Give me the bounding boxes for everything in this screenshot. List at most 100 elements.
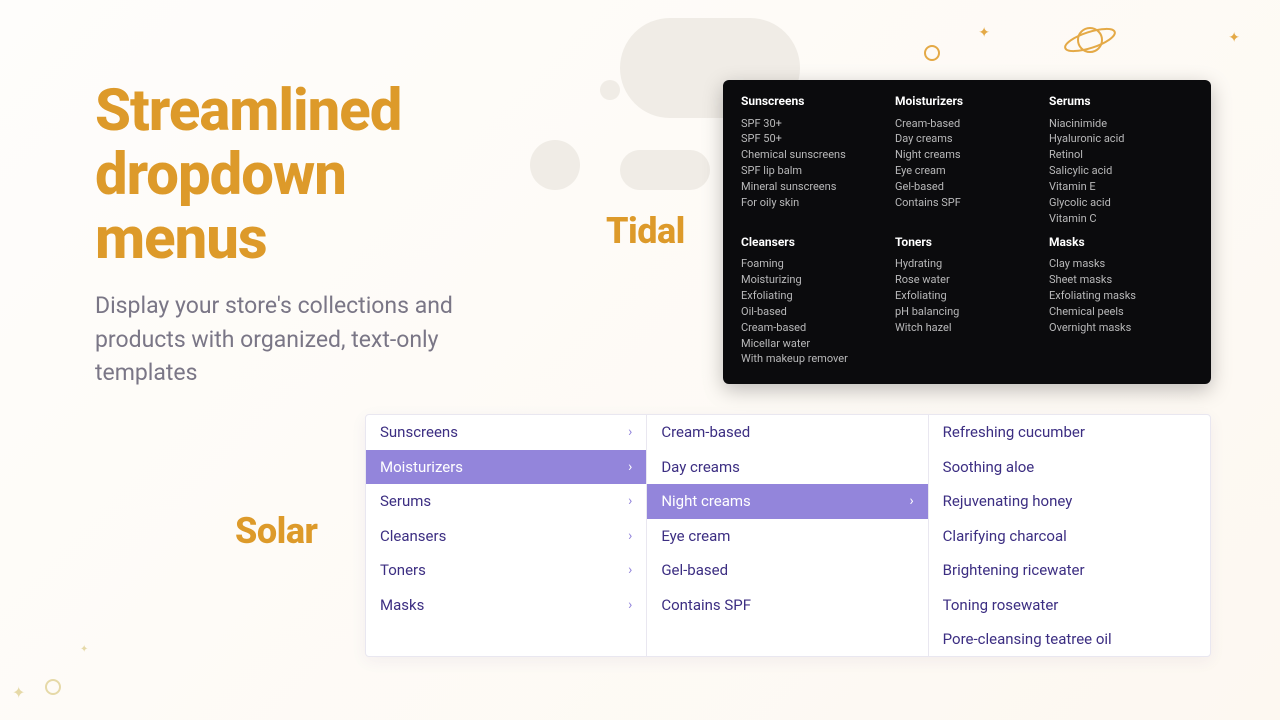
tidal-menu-item[interactable]: Mineral sunscreens: [741, 179, 885, 195]
tidal-menu-item[interactable]: Cream-based: [741, 320, 885, 336]
hero-subtitle: Display your store's collections and pro…: [95, 289, 515, 389]
solar-menu-level-3: Refreshing cucumber Soothing aloe Rejuvena…: [929, 415, 1210, 657]
solar-menu-item[interactable]: Serums›: [366, 484, 646, 519]
tidal-menu-item[interactable]: Retinol: [1049, 148, 1193, 164]
menu-item-label: Day creams: [661, 458, 740, 476]
solar-menu-item[interactable]: Cleansers ›: [366, 519, 646, 554]
solar-menu-item[interactable]: Sunscreens›: [366, 415, 646, 450]
tidal-menu-item[interactable]: Chemical peels: [1049, 304, 1193, 320]
tidal-menu-heading[interactable]: Masks: [1049, 235, 1193, 249]
solar-menu-item[interactable]: Rejuvenating honey: [929, 484, 1210, 519]
tidal-menu-item[interactable]: SPF lip balm: [741, 164, 885, 180]
tidal-menu-heading[interactable]: Toners: [895, 235, 1039, 249]
chevron-right-icon: ›: [628, 528, 632, 544]
menu-item-label: Night creams: [661, 492, 750, 510]
menu-item-label: Gel-based: [661, 561, 728, 579]
tidal-menu-column: Masks Clay masksSheet masksExfoliating ma…: [1049, 235, 1193, 368]
planet-icon: [1060, 20, 1120, 64]
solar-menu-item[interactable]: Eye cream: [647, 519, 927, 554]
solar-menu-item[interactable]: Brightening ricewater: [929, 553, 1210, 588]
solar-menu-item[interactable]: Cream-based: [647, 415, 927, 450]
sparkle-icon: ✦: [978, 25, 990, 41]
tidal-menu-column: Sunscreens SPF 30+SPF 50+Chemical sunscre…: [741, 94, 885, 227]
tidal-menu-item[interactable]: Eye cream: [895, 164, 1039, 180]
tidal-menu-item[interactable]: Salicylic acid: [1049, 164, 1193, 180]
tidal-menu-heading[interactable]: Serums: [1049, 94, 1193, 108]
solar-menu-item[interactable]: Night creams ›: [647, 484, 927, 519]
solar-menu-item[interactable]: Contains SPF: [647, 588, 927, 623]
tidal-menu-item[interactable]: Night creams: [895, 148, 1039, 164]
tidal-menu-item[interactable]: Hyaluronic acid: [1049, 132, 1193, 148]
tidal-menu-heading[interactable]: Cleansers: [741, 235, 885, 249]
tidal-menu-item[interactable]: Oil-based: [741, 304, 885, 320]
tidal-menu-item[interactable]: Micellar water: [741, 336, 885, 352]
tidal-menu-heading[interactable]: Sunscreens: [741, 94, 885, 108]
chevron-right-icon: ›: [628, 562, 632, 578]
sparkle-icon: ✦: [12, 683, 25, 702]
chevron-right-icon: ›: [909, 493, 913, 509]
tidal-menu-item[interactable]: Vitamin E: [1049, 179, 1193, 195]
tidal-menu-column: Serums NiacinimideHyaluronic acidRetinolS…: [1049, 94, 1193, 227]
tidal-menu-item[interactable]: Foaming: [741, 257, 885, 273]
tidal-menu-item[interactable]: Exfoliating: [741, 289, 885, 305]
tidal-menu-item[interactable]: Sheet masks: [1049, 273, 1193, 289]
hero-title: Streamlined dropdown menus: [95, 80, 515, 271]
tidal-menu-item[interactable]: Niacinimide: [1049, 116, 1193, 132]
solar-menu-item[interactable]: Toners ›: [366, 553, 646, 588]
tidal-menu-item[interactable]: Exfoliating masks: [1049, 289, 1193, 305]
menu-item-label: Soothing aloe: [943, 458, 1035, 476]
tidal-menu-column: Toners HydratingRose waterExfoliatingpH b…: [895, 235, 1039, 368]
tidal-menu-item[interactable]: pH balancing: [895, 304, 1039, 320]
menu-item-label: Cleansers: [380, 527, 446, 545]
tidal-menu-item[interactable]: Day creams: [895, 132, 1039, 148]
tidal-menu-item[interactable]: Rose water: [895, 273, 1039, 289]
tidal-menu-column: Moisturizers Cream-basedDay creamsNight c…: [895, 94, 1039, 227]
tidal-menu-item[interactable]: SPF 30+: [741, 116, 885, 132]
ring-icon: [924, 45, 940, 61]
solar-menu-item[interactable]: Masks ›: [366, 588, 646, 623]
hero-section: Streamlined dropdown menus Display your …: [95, 80, 515, 389]
tidal-theme-label: Tidal: [606, 210, 685, 252]
solar-menu-item[interactable]: Moisturizers›: [366, 450, 646, 485]
tidal-menu-item[interactable]: Witch hazel: [895, 320, 1039, 336]
solar-menu-item[interactable]: Day creams: [647, 450, 927, 485]
tidal-menu-item[interactable]: Contains SPF: [895, 195, 1039, 211]
menu-item-label: Toning rosewater: [943, 596, 1059, 614]
tidal-menu-item[interactable]: Chemical sunscreens: [741, 148, 885, 164]
solar-menu-item[interactable]: Pore-cleansing teatree oil: [929, 622, 1210, 657]
tidal-menu-heading[interactable]: Moisturizers: [895, 94, 1039, 108]
solar-menu-item[interactable]: Soothing aloe: [929, 450, 1210, 485]
chevron-right-icon: ›: [628, 493, 632, 509]
tidal-menu-item[interactable]: Vitamin C: [1049, 211, 1193, 227]
menu-item-label: Refreshing cucumber: [943, 423, 1085, 441]
tidal-menu-item[interactable]: Cream-based: [895, 116, 1039, 132]
menu-item-label: Toners: [380, 561, 426, 579]
tidal-menu-item[interactable]: Moisturizing: [741, 273, 885, 289]
tidal-menu-item[interactable]: Hydrating: [895, 257, 1039, 273]
tidal-menu-item[interactable]: With makeup remover: [741, 352, 885, 368]
tidal-menu-item[interactable]: Glycolic acid: [1049, 195, 1193, 211]
menu-item-label: Moisturizers: [380, 458, 463, 476]
tidal-menu-item[interactable]: Overnight masks: [1049, 320, 1193, 336]
chevron-right-icon: ›: [628, 597, 632, 613]
solar-menu-item[interactable]: Refreshing cucumber: [929, 415, 1210, 450]
menu-item-label: Contains SPF: [661, 596, 751, 614]
tidal-menu-item[interactable]: SPF 50+: [741, 132, 885, 148]
menu-item-label: Sunscreens: [380, 423, 458, 441]
solar-menu-level-1: Sunscreens›Moisturizers›Serums›Cleansers…: [366, 415, 647, 657]
tidal-menu-item[interactable]: Exfoliating: [895, 289, 1039, 305]
tidal-dropdown-menu: Sunscreens SPF 30+SPF 50+Chemical sunscre…: [723, 80, 1211, 384]
menu-item-label: Cream-based: [661, 423, 750, 441]
solar-menu-item[interactable]: Clarifying charcoal: [929, 519, 1210, 554]
solar-menu-item[interactable]: Gel-based: [647, 553, 927, 588]
tidal-menu-item[interactable]: Clay masks: [1049, 257, 1193, 273]
tidal-menu-item[interactable]: Gel-based: [895, 179, 1039, 195]
tidal-menu-item[interactable]: For oily skin: [741, 195, 885, 211]
menu-item-label: Pore-cleansing teatree oil: [943, 630, 1112, 648]
menu-item-label: Eye cream: [661, 527, 730, 545]
menu-item-label: Brightening ricewater: [943, 561, 1085, 579]
sparkle-icon: ✦: [1228, 30, 1240, 46]
solar-menu-item[interactable]: Toning rosewater: [929, 588, 1210, 623]
menu-item-label: Masks: [380, 596, 424, 614]
ring-icon: [45, 679, 61, 695]
